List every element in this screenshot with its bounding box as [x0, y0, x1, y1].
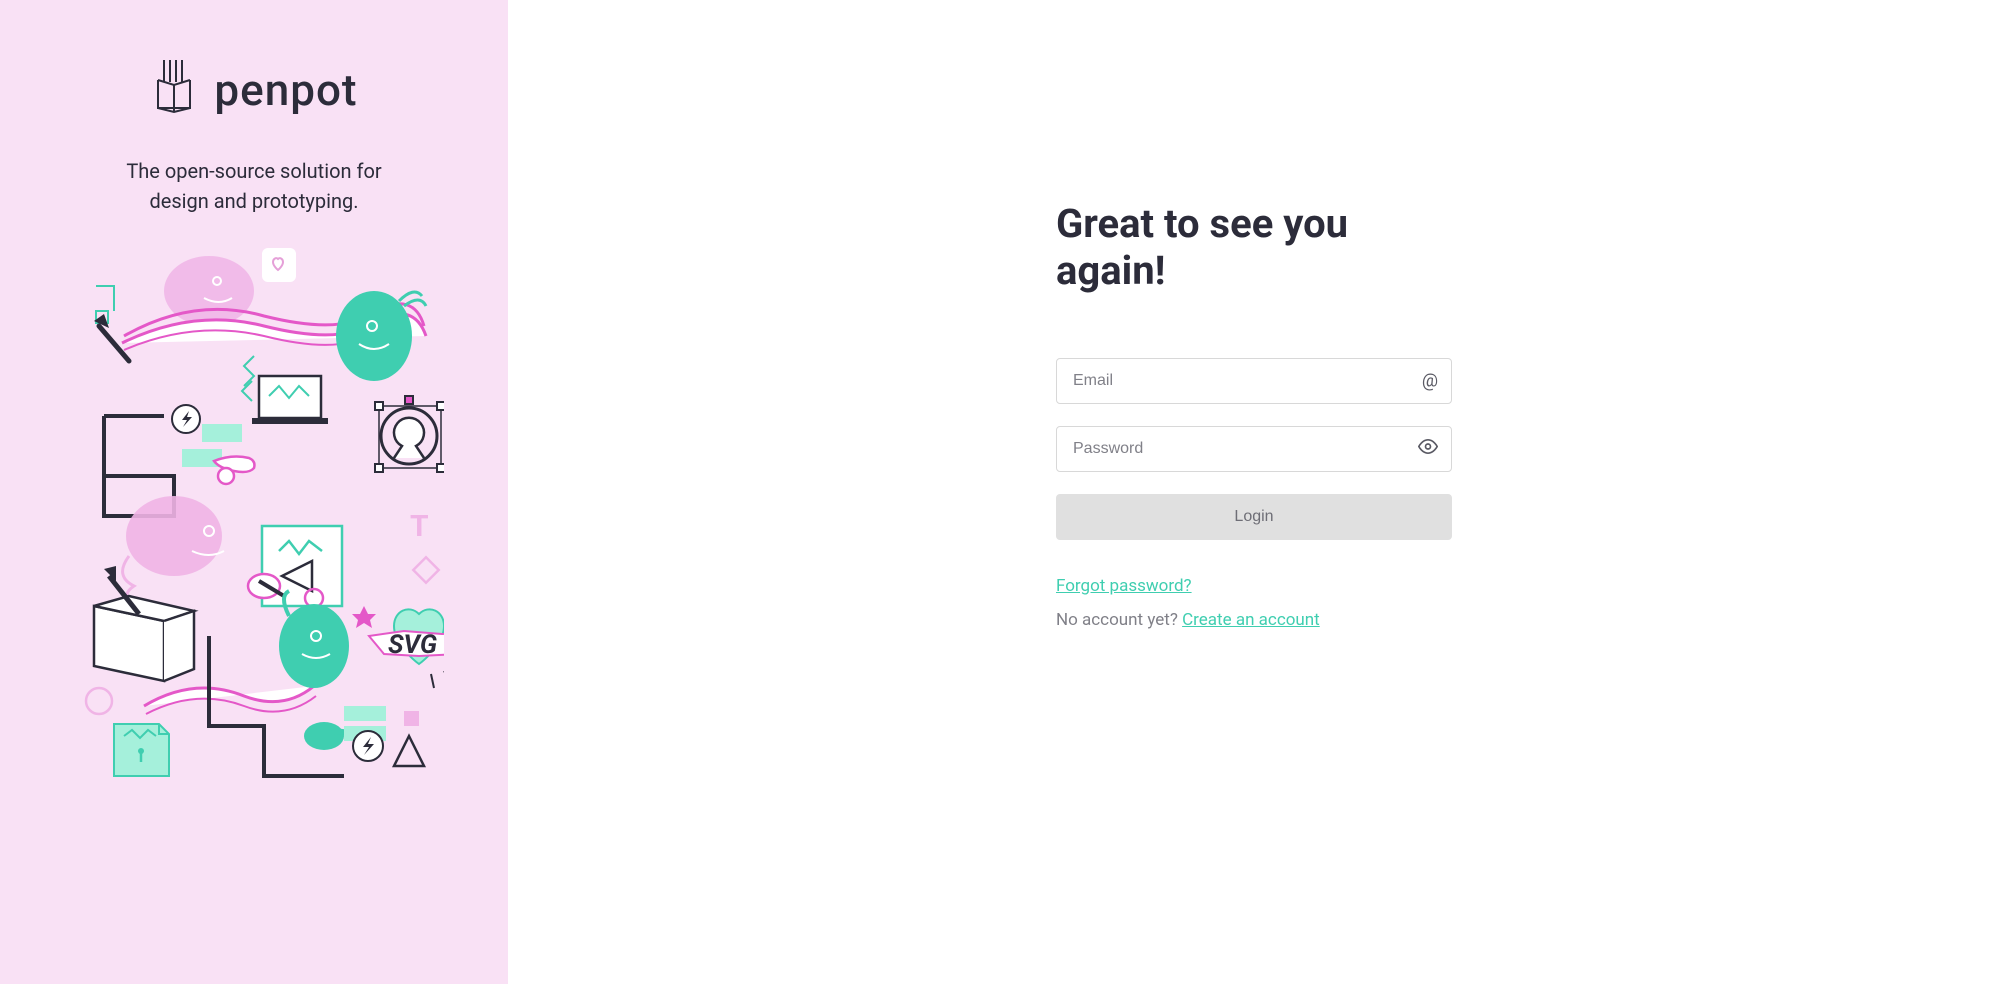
tagline-line2: design and prototyping.: [149, 189, 358, 213]
password-field-wrapper: [1056, 426, 1452, 472]
svg-text:SVG: SVG: [388, 630, 437, 660]
sidebar: penpot The open-source solution for desi…: [0, 0, 508, 984]
logo: penpot: [150, 60, 357, 120]
main-content: Great to see you again! @ Login Forgot p…: [508, 0, 2000, 984]
login-button[interactable]: Login: [1056, 494, 1452, 540]
page-heading: Great to see you again!: [1056, 200, 1452, 294]
at-icon: @: [1422, 371, 1438, 392]
tagline: The open-source solution for design and …: [126, 156, 381, 216]
create-account-link[interactable]: Create an account: [1182, 610, 1320, 630]
brand-name: penpot: [214, 64, 357, 116]
email-field-wrapper: @: [1056, 358, 1452, 404]
forgot-password-link[interactable]: Forgot password?: [1056, 576, 1452, 596]
login-form: Great to see you again! @ Login Forgot p…: [1056, 200, 1452, 630]
tagline-line1: The open-source solution for: [126, 159, 381, 183]
eye-icon[interactable]: [1418, 437, 1438, 462]
no-account-text: No account yet?: [1056, 610, 1182, 630]
no-account-row: No account yet? Create an account: [1056, 610, 1452, 630]
password-field[interactable]: [1056, 426, 1452, 472]
penpot-logo-icon: [150, 60, 198, 120]
email-field[interactable]: [1056, 358, 1452, 404]
sidebar-illustration: T SVG: [64, 236, 444, 984]
svg-text:T: T: [410, 509, 429, 544]
